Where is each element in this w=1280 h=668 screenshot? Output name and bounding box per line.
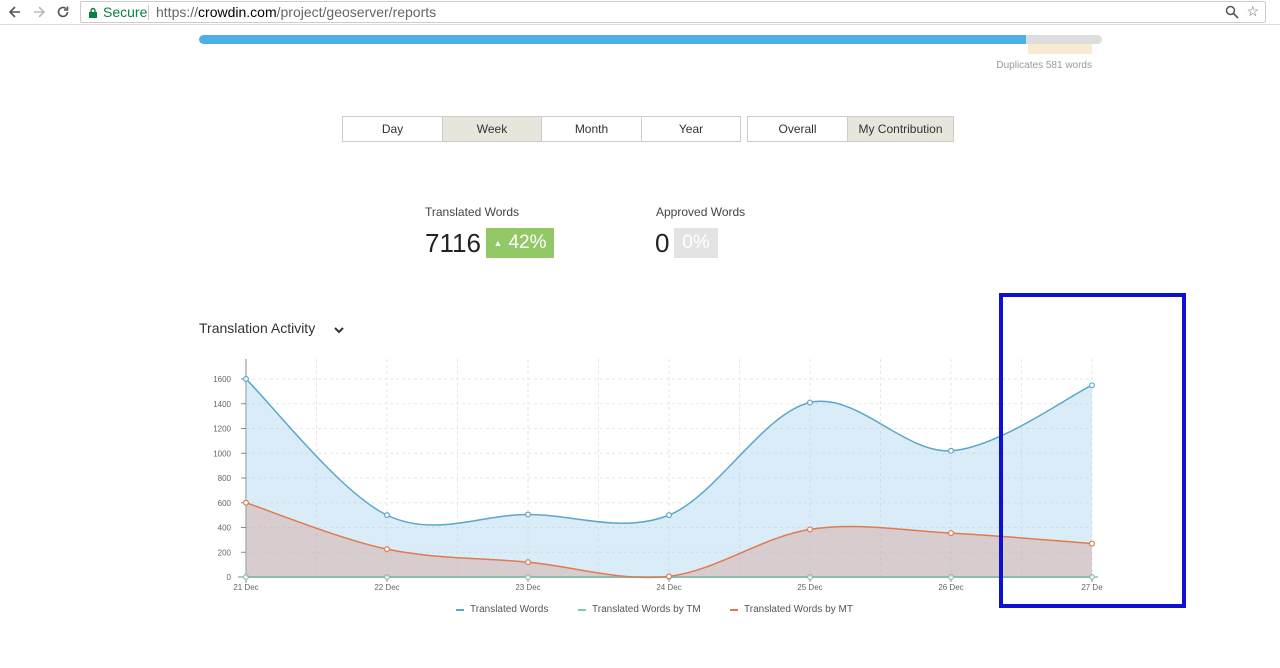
legend-label-tm: Translated Words by TM [592, 604, 701, 615]
legend-swatch-tm [578, 608, 586, 611]
point-mt [806, 526, 813, 533]
point-translated [806, 399, 813, 406]
point-translated [665, 512, 672, 519]
y-tick-label: 1600 [213, 375, 231, 384]
legend-label-mt: Translated Words by MT [744, 604, 853, 615]
x-tick-label: 23 Dec [515, 583, 540, 592]
point-translated [384, 512, 391, 519]
legend-swatch-translated [456, 608, 464, 611]
point-translated [524, 511, 531, 518]
legend-mt[interactable]: Translated Words by MT [730, 604, 853, 615]
y-tick-label: 800 [218, 474, 232, 483]
highlight-box [999, 293, 1186, 608]
x-tick-label: 21 Dec [233, 583, 258, 592]
x-tick-label: 25 Dec [797, 583, 822, 592]
y-tick-label: 200 [218, 548, 232, 557]
y-tick-label: 400 [218, 524, 232, 533]
y-tick-label: 1400 [213, 400, 231, 409]
legend-label-translated: Translated Words [470, 604, 549, 615]
x-tick-label: 26 Dec [938, 583, 963, 592]
x-tick-label: 22 Dec [374, 583, 399, 592]
y-tick-label: 0 [227, 573, 232, 582]
legend-tm[interactable]: Translated Words by TM [578, 604, 701, 615]
point-mt [243, 499, 250, 506]
y-tick-label: 600 [218, 499, 232, 508]
point-mt [384, 546, 391, 553]
point-mt [524, 559, 531, 566]
point-translated [947, 447, 954, 454]
y-tick-label: 1000 [213, 449, 231, 458]
x-tick-label: 24 Dec [656, 583, 681, 592]
y-tick-label: 1200 [213, 425, 231, 434]
point-mt [665, 573, 672, 580]
legend-swatch-mt [730, 608, 738, 611]
legend-translated[interactable]: Translated Words [456, 604, 548, 615]
point-translated [243, 376, 250, 383]
point-mt [947, 530, 954, 537]
